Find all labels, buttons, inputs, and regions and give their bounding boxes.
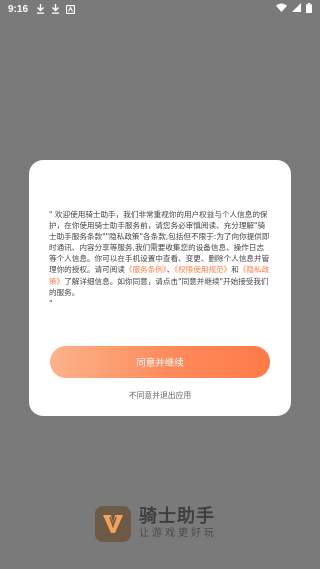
policy-text: " 欢迎使用骑士助手，我们非常重视你的用户权益与个人信息的保护，在你使用骑士助手… [49,209,271,309]
download-icon [36,4,45,14]
closing-quote: " [49,298,53,308]
download-icon [51,4,60,14]
privacy-dialog: " 欢迎使用骑士助手，我们非常重视你的用户权益与个人信息的保护，在你使用骑士助手… [29,160,291,416]
brand-name: 骑士助手 [139,506,215,527]
battery-icon [306,2,312,16]
separator-text: 和 [231,265,239,275]
permission-rules-link[interactable]: 《权限使用规范》 [174,265,231,274]
brand-slogan: 让游戏更好玩 [139,528,217,539]
notification-icon [65,4,76,14]
app-logo-icon [95,506,131,542]
brand-text: 骑士助手 让游戏更好玩 [139,507,217,541]
status-bar: 9:16 [0,0,320,18]
status-right-icons [276,2,312,16]
agree-and-continue-button[interactable]: 同意并继续 [50,346,270,378]
service-terms-link[interactable]: 《服务条例》 [125,265,167,274]
wifi-icon [276,3,287,15]
status-time: 9:16 [8,3,29,15]
signal-icon [292,3,301,15]
policy-outro-text: 了解详细信息。如你同意，请点击"同意并继续"开始接受我们的服务。 [49,276,269,297]
brand-footer: 骑士助手 让游戏更好玩 [95,504,217,544]
disagree-and-exit-button[interactable]: 不同意并退出应用 [29,390,291,401]
